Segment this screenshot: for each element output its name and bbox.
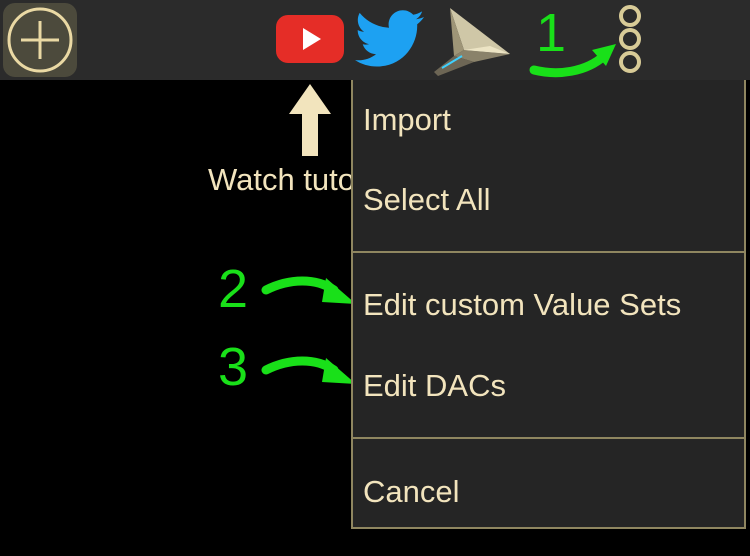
plus-circle-icon [7, 7, 73, 73]
menu-divider [353, 251, 746, 253]
menu-item-import[interactable]: Import [363, 104, 451, 135]
more-options-button[interactable] [614, 3, 646, 77]
menu-item-cancel[interactable]: Cancel [363, 476, 460, 507]
options-dropdown-menu: Import Select All Edit custom Value Sets… [351, 80, 746, 529]
annotation-step-2: 2 [218, 259, 249, 319]
app-screen: 1 Watch tuto 2 3 Import Select All Edit … [0, 0, 750, 556]
tutorial-hint-text: Watch tuto [208, 162, 356, 197]
tutorial-up-arrow-icon [289, 84, 331, 156]
youtube-button[interactable] [275, 13, 345, 65]
annotation-arrow-2 [261, 276, 356, 304]
annotation-arrow-3 [261, 356, 356, 384]
menu-item-select-all[interactable]: Select All [363, 184, 491, 215]
app-info-button[interactable] [430, 6, 512, 78]
menu-item-edit-dacs[interactable]: Edit DACs [363, 370, 506, 401]
paper-plane-app-icon [434, 8, 510, 76]
twitter-icon [355, 10, 424, 67]
vertical-ellipsis-icon [619, 5, 641, 73]
add-button[interactable] [3, 3, 77, 77]
twitter-button[interactable] [354, 10, 426, 70]
annotation-arrow-1 [529, 44, 616, 78]
menu-item-edit-custom-value-sets[interactable]: Edit custom Value Sets [363, 289, 681, 320]
menu-divider [353, 437, 746, 439]
annotation-step-3: 3 [218, 337, 249, 397]
youtube-icon [276, 15, 344, 63]
